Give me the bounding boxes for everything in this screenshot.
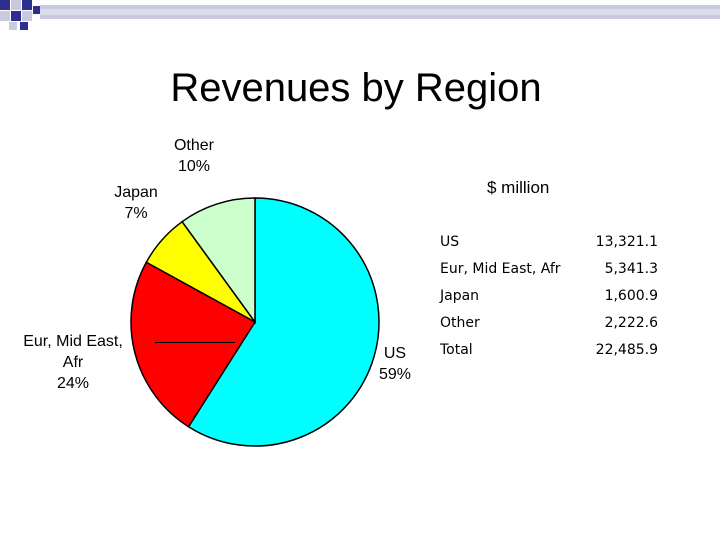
pie-label-japan-pct: 7%	[124, 205, 148, 222]
pie-label-other-name: Other	[173, 137, 214, 154]
decor-square	[22, 11, 32, 21]
region-name: US	[440, 234, 460, 250]
pie-label-other: Other 10%	[168, 135, 220, 177]
pie-label-us: US 59%	[375, 343, 415, 385]
decor-square	[11, 11, 21, 21]
pie-chart-panel: Other 10% Japan 7% Eur, Mid East, Afr 24…	[20, 130, 445, 465]
pie-label-eur-line2: Afr	[62, 354, 84, 371]
pie-label-eur-pct: 24%	[56, 375, 90, 392]
region-value: 1,600.9	[604, 288, 658, 304]
region-name: Eur, Mid East, Afr	[440, 261, 561, 277]
decor-square	[9, 22, 17, 30]
decor-square	[11, 0, 21, 10]
region-value: 5,341.3	[604, 261, 658, 277]
decor-square	[0, 0, 10, 10]
region-name: Other	[440, 315, 480, 331]
region-value: 13,321.1	[595, 234, 658, 250]
total-label: Total	[440, 342, 473, 358]
header-bar-inner	[40, 9, 720, 15]
table-row: Eur, Mid East, Afr 5,341.3	[440, 255, 670, 282]
decor-square	[22, 0, 32, 10]
corner-decoration	[0, 0, 720, 30]
pie-label-eur: Eur, Mid East, Afr 24%	[20, 331, 126, 394]
pie-chart	[130, 197, 380, 447]
slide-title: Revenues by Region	[170, 66, 542, 110]
region-name: Japan	[440, 288, 480, 304]
pie-label-eur-line1: Eur, Mid East,	[23, 333, 123, 350]
pie-label-us-pct: 59%	[378, 366, 412, 383]
region-value: 2,222.6	[604, 315, 658, 331]
total-value: 22,485.9	[595, 342, 658, 358]
decor-square	[33, 6, 41, 14]
units-label: $ million	[487, 178, 550, 197]
table-row: Other 2,222.6	[440, 309, 670, 336]
decor-square	[20, 22, 28, 30]
table-row: Japan 1,600.9	[440, 282, 670, 309]
total-rule	[155, 342, 235, 343]
pie-label-us-name: US	[383, 345, 407, 362]
pie-label-other-pct: 10%	[177, 158, 211, 175]
revenue-table: US 13,321.1 Eur, Mid East, Afr 5,341.3 J…	[440, 228, 670, 363]
table-row: US 13,321.1	[440, 228, 670, 255]
decor-square	[0, 11, 10, 21]
pie-label-japan-name: Japan	[114, 184, 158, 201]
pie-label-japan: Japan 7%	[110, 182, 162, 224]
table-row-total: Total 22,485.9	[440, 336, 670, 363]
